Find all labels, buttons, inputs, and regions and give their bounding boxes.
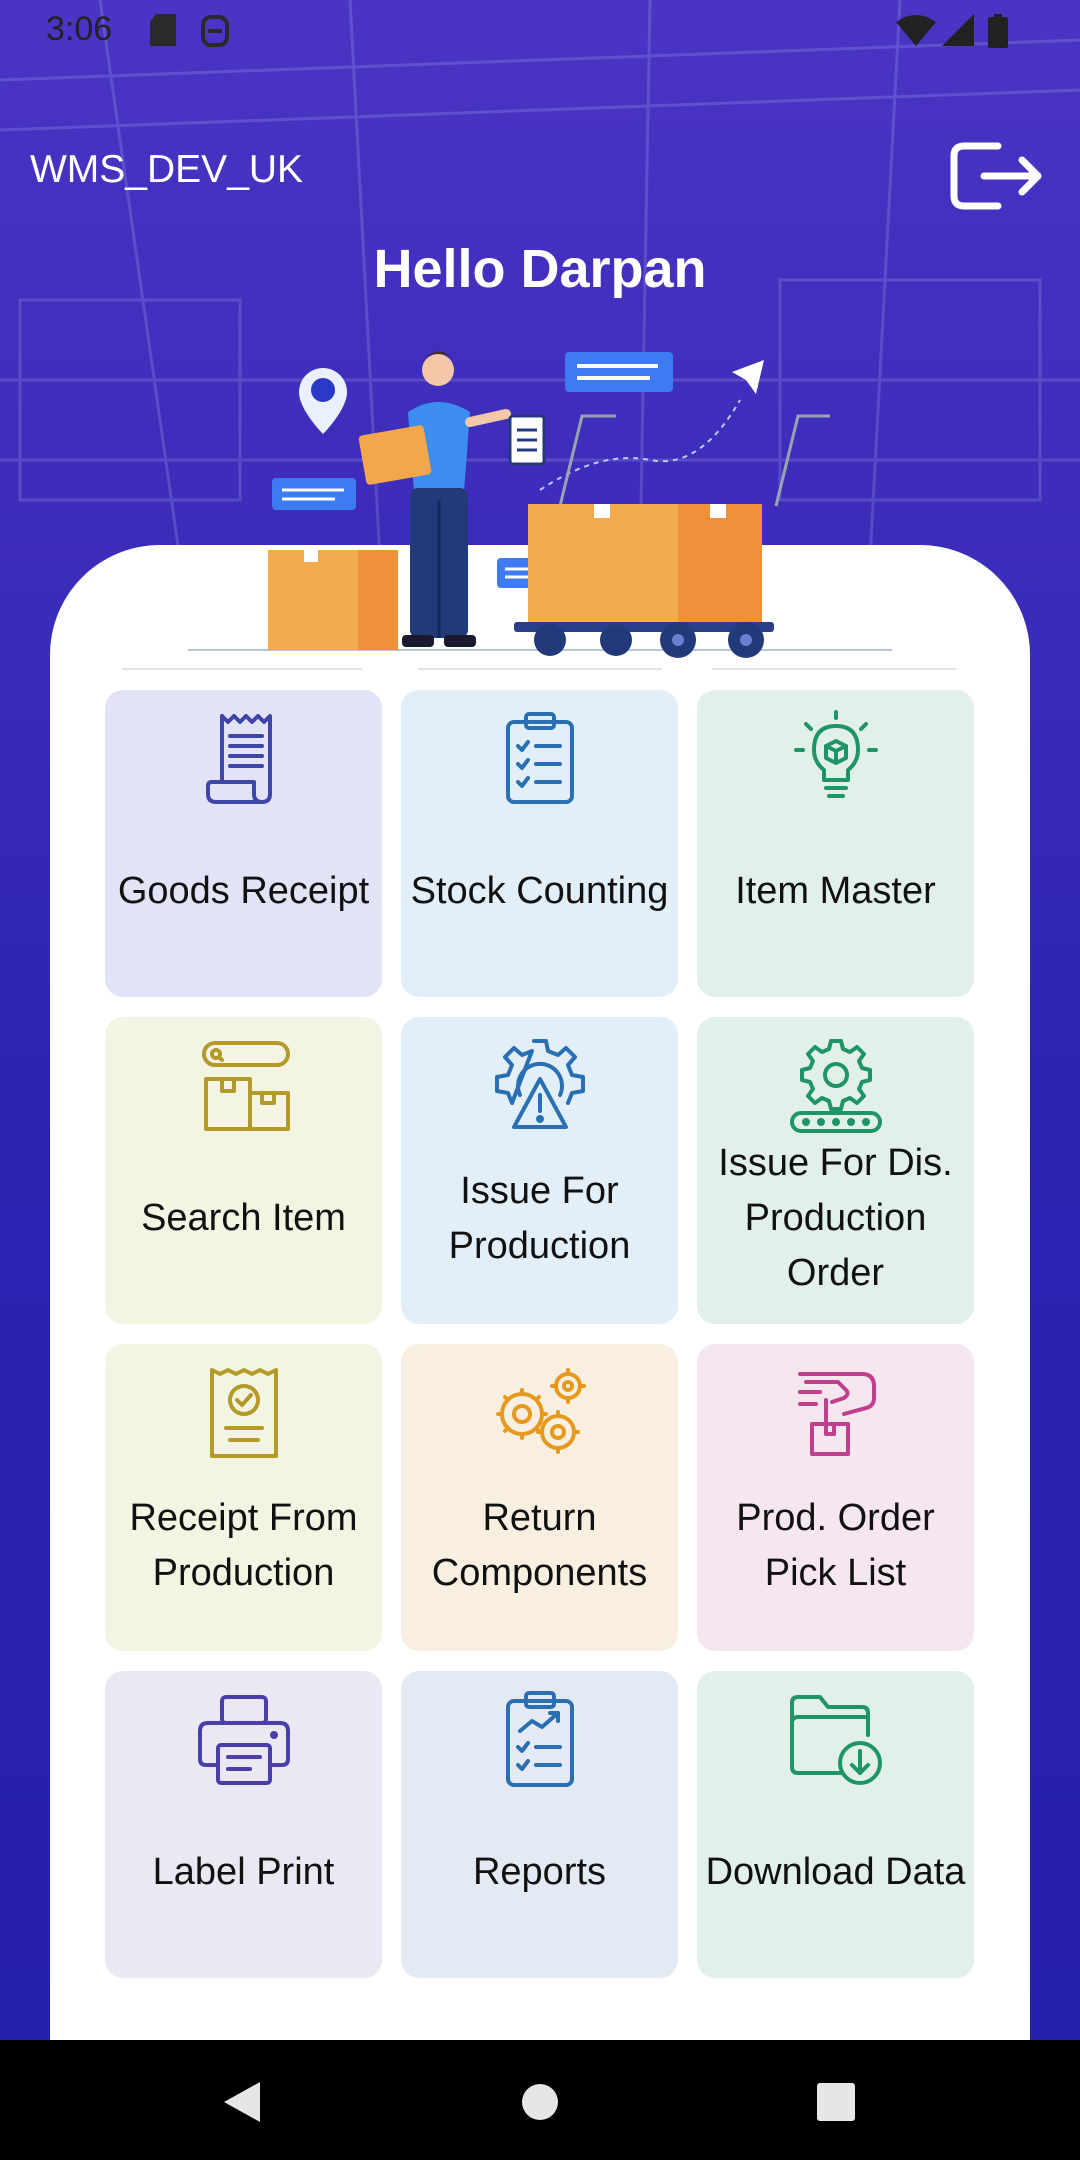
return-components-label: Return Components <box>431 1496 648 1594</box>
divider <box>712 668 956 670</box>
gears-icon <box>495 1368 586 1454</box>
folder-download-icon <box>789 1695 882 1785</box>
gear-conveyor-icon <box>789 1039 882 1133</box>
lightbulb-box-icon <box>793 710 878 798</box>
reports-label: Reports <box>472 1851 607 1893</box>
receipt-icon <box>205 714 272 804</box>
report-chart-icon <box>505 1691 574 1787</box>
item-master-tile[interactable]: Item Master <box>697 690 974 997</box>
status-bar: 3:06 <box>0 0 1080 62</box>
battery-icon <box>988 14 1008 48</box>
printer-icon <box>197 1695 290 1785</box>
label-print-tile[interactable]: Label Print <box>105 1671 382 1978</box>
reports-tile[interactable]: Reports <box>401 1671 678 1978</box>
hand-pick-box-icon <box>797 1372 876 1456</box>
prod-order-pick-list-tile[interactable]: Prod. Order Pick List <box>697 1344 974 1651</box>
goods-receipt-label: Goods Receipt <box>117 870 370 912</box>
search-boxes-icon <box>201 1041 290 1131</box>
download-data-tile[interactable]: Download Data <box>697 1671 974 1978</box>
logout-button[interactable] <box>940 132 1050 220</box>
notification-icon <box>201 15 229 47</box>
home-icon[interactable] <box>512 2074 568 2130</box>
status-time: 3:06 <box>46 10 113 48</box>
back-icon[interactable] <box>214 2074 270 2130</box>
search-item-label: Search Item <box>141 1197 346 1239</box>
issue-for-dis-production-order-label: Issue For Dis. Production Order <box>718 1142 953 1294</box>
receipt-from-production-tile[interactable]: Receipt From Production <box>105 1344 382 1651</box>
return-components-tile[interactable]: Return Components <box>401 1344 678 1651</box>
greeting: Hello Darpan <box>373 239 707 299</box>
stock-counting-tile[interactable]: Stock Counting <box>401 690 678 997</box>
item-master-label: Item Master <box>735 870 936 912</box>
search-item-tile[interactable]: Search Item <box>105 1017 382 1324</box>
prod-order-pick-list-label: Prod. Order Pick List <box>736 1496 935 1594</box>
stock-counting-label: Stock Counting <box>410 870 669 912</box>
clipboard-checklist-icon <box>505 712 574 804</box>
wifi-icon <box>896 15 936 46</box>
signal-icon <box>942 14 974 46</box>
issue-for-production-tile[interactable]: Issue For Production <box>401 1017 678 1324</box>
goods-receipt-tile[interactable]: Goods Receipt <box>105 690 382 997</box>
warehouse-illustration <box>188 351 892 658</box>
divider <box>418 668 662 670</box>
receipt-check-icon <box>209 1368 278 1458</box>
receipt-from-production-label: Receipt From Production <box>129 1496 358 1594</box>
download-data-label: Download Data <box>705 1851 966 1893</box>
label-print-label: Label Print <box>152 1851 335 1893</box>
divider <box>122 668 362 670</box>
gear-warning-icon <box>494 1039 585 1129</box>
issue-for-production-label: Issue For Production <box>448 1169 631 1267</box>
logout-icon <box>950 142 1042 210</box>
app-title: WMS_DEV_UK <box>30 148 304 191</box>
recents-icon[interactable] <box>808 2074 864 2130</box>
issue-for-dis-production-order-tile[interactable]: Issue For Dis. Production Order <box>697 1017 974 1324</box>
sd-card-icon <box>150 14 176 46</box>
navigation-bar <box>0 2040 1080 2160</box>
